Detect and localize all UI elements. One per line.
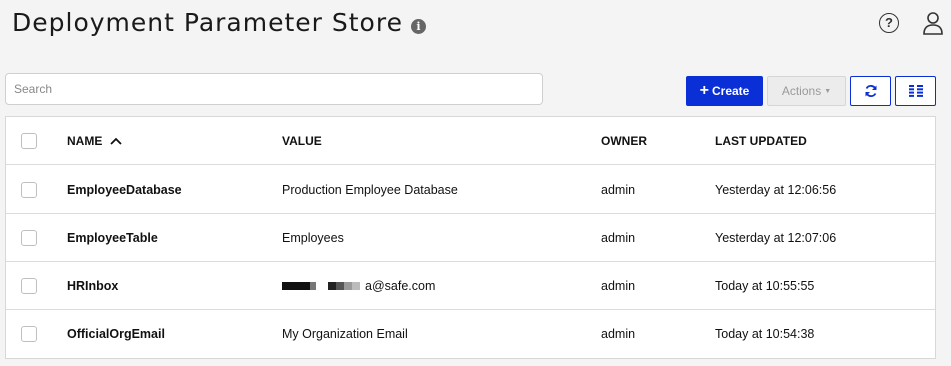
info-icon[interactable]: i <box>411 19 426 34</box>
row-value: a@safe.com <box>365 278 436 293</box>
row-last-updated: Yesterday at 12:07:06 <box>715 230 837 245</box>
row-name[interactable]: OfficialOrgEmail <box>67 310 165 358</box>
create-button[interactable]: + Create <box>686 76 763 106</box>
column-header-last-updated[interactable]: LAST UPDATED <box>715 117 807 164</box>
parameters-table: NAME VALUE OWNER LAST UPDATED EmployeeDa… <box>5 116 936 359</box>
search-input[interactable] <box>5 73 543 105</box>
create-button-label: Create <box>711 84 750 98</box>
row-checkbox[interactable] <box>21 326 37 342</box>
refresh-button[interactable] <box>850 76 891 106</box>
row-value: My Organization Email <box>282 327 408 341</box>
row-owner: admin <box>601 327 636 341</box>
row-value: Production Employee Database <box>282 182 458 197</box>
columns-button[interactable] <box>895 76 936 106</box>
table-row[interactable]: OfficialOrgEmail My Organization Email a… <box>6 310 935 358</box>
user-icon[interactable] <box>922 11 944 35</box>
column-header-owner[interactable]: OWNER <box>601 117 647 164</box>
row-name[interactable]: EmployeeTable <box>67 214 158 261</box>
column-header-name[interactable]: NAME <box>67 117 122 164</box>
row-owner: admin <box>601 230 636 245</box>
row-value: Employees <box>282 230 344 245</box>
page-title: Deployment Parameter Store <box>12 8 403 37</box>
row-last-updated: Yesterday at 12:06:56 <box>715 182 837 197</box>
row-name[interactable]: HRInbox <box>67 262 118 309</box>
columns-icon <box>908 85 923 97</box>
row-checkbox[interactable] <box>21 277 37 294</box>
sort-ascending-icon <box>110 137 122 145</box>
plus-icon: + <box>699 82 709 99</box>
row-checkbox[interactable] <box>21 229 37 246</box>
row-last-updated: Today at 10:54:38 <box>715 327 815 341</box>
row-owner: admin <box>601 182 636 197</box>
row-owner: admin <box>601 278 636 293</box>
caret-down-icon: ▼ <box>824 87 832 95</box>
table-row[interactable]: HRInbox a@safe.com admin Today at 10:55:… <box>6 262 935 310</box>
actions-button-label: Actions <box>781 84 822 98</box>
actions-button[interactable]: Actions ▼ <box>767 76 846 106</box>
redacted-block <box>282 281 364 291</box>
row-value-redacted: a@safe.com <box>282 262 435 309</box>
help-icon[interactable]: ? <box>879 13 899 33</box>
table-row[interactable]: EmployeeDatabase Production Employee Dat… <box>6 166 935 214</box>
select-all-checkbox[interactable] <box>21 132 37 149</box>
row-name[interactable]: EmployeeDatabase <box>67 166 182 213</box>
row-last-updated: Today at 10:55:55 <box>715 278 815 293</box>
row-checkbox[interactable] <box>21 181 37 198</box>
table-header-row: NAME VALUE OWNER LAST UPDATED <box>6 117 935 165</box>
column-header-value[interactable]: VALUE <box>282 117 322 164</box>
table-row[interactable]: EmployeeTable Employees admin Yesterday … <box>6 214 935 262</box>
refresh-icon <box>865 85 876 97</box>
